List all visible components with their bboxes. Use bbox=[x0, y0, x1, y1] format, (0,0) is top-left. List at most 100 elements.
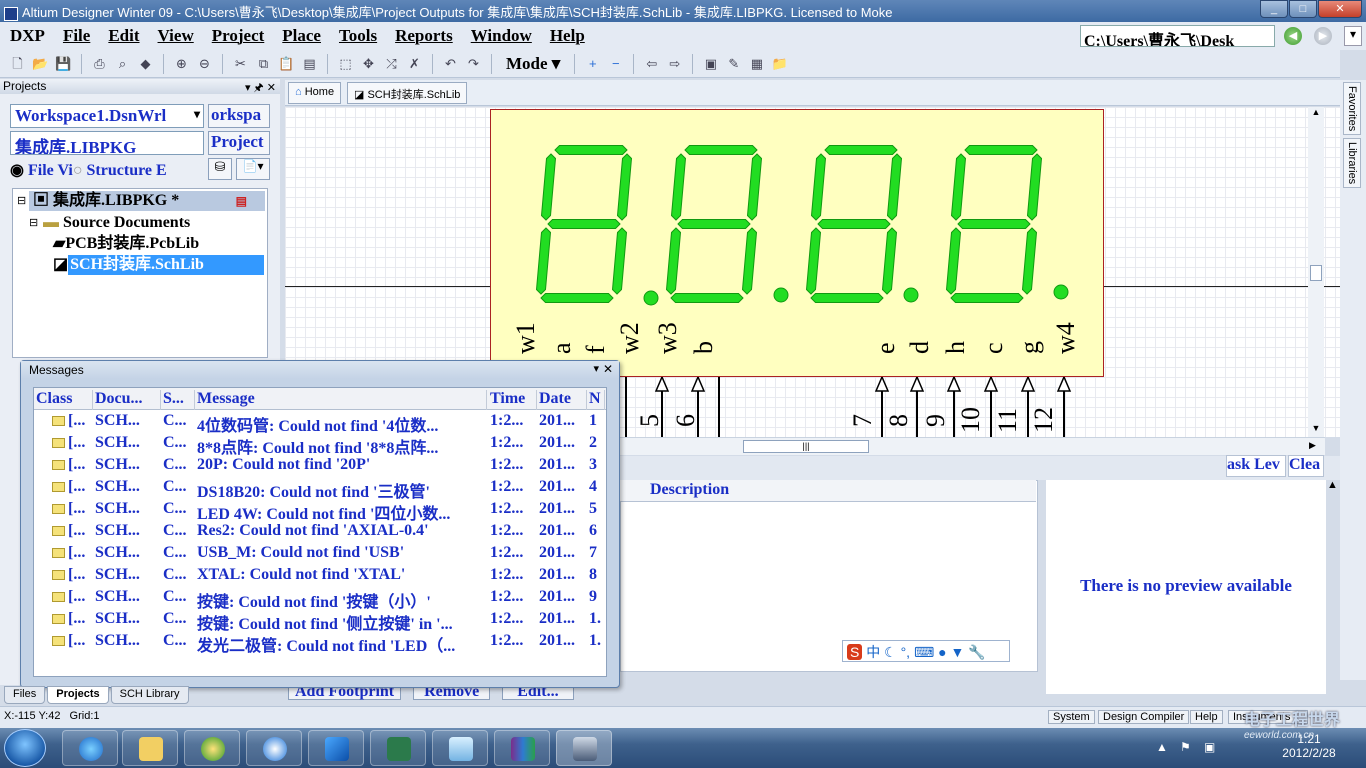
ime-toolbar[interactable]: S 中 ☾ °, ⌨ ● ▼ 🔧 bbox=[842, 640, 1010, 662]
tree-expand-icon[interactable]: ⊟ bbox=[17, 191, 26, 211]
menu-help[interactable]: Help bbox=[550, 26, 585, 50]
message-row[interactable]: [... SCH... C... 发光二极管: Could not find 'LED… bbox=[34, 630, 606, 655]
tab-home[interactable]: ⌂ Home bbox=[288, 82, 342, 104]
col-number[interactable]: N bbox=[589, 390, 605, 410]
instruments-button[interactable]: Instruments bbox=[1228, 710, 1308, 724]
minimize-button[interactable]: _ bbox=[1260, 0, 1288, 18]
taskbar-app5[interactable] bbox=[308, 730, 364, 766]
report-icon[interactable]: ✎ bbox=[724, 54, 743, 73]
col-class[interactable]: Class bbox=[36, 390, 93, 410]
move-icon[interactable]: ✥ bbox=[359, 54, 378, 73]
device-icon[interactable]: ◆ bbox=[136, 54, 155, 73]
menu-tools[interactable]: Tools bbox=[339, 26, 377, 50]
col-document[interactable]: Docu... bbox=[95, 390, 161, 410]
messages-menu-icon[interactable]: ▾ bbox=[593, 362, 599, 375]
clear-filter-icon[interactable]: ✗ bbox=[405, 54, 424, 73]
menu-view[interactable]: View bbox=[158, 26, 194, 50]
taskbar-app6[interactable] bbox=[370, 730, 426, 766]
zoom-in-icon[interactable]: ⊕ bbox=[172, 54, 191, 73]
taskbar-sogou[interactable] bbox=[246, 730, 302, 766]
tab-favorites[interactable]: Favorites bbox=[1343, 82, 1361, 136]
vertical-scroll-thumb[interactable] bbox=[1310, 265, 1322, 281]
message-row[interactable]: [... SCH... C... LED 4W: Could not find '四位… bbox=[34, 498, 606, 523]
message-row[interactable]: [... SCH... C... 20P: Could not find '20P' 1… bbox=[34, 454, 606, 476]
collapse-icon[interactable]: ▲ bbox=[1327, 479, 1338, 491]
menu-project[interactable]: Project bbox=[212, 26, 265, 50]
paste-icon[interactable]: 📋 bbox=[277, 54, 296, 73]
rubber-stamp-icon[interactable]: ▤ bbox=[300, 54, 319, 73]
tray-arrow-icon[interactable]: ▲ bbox=[1156, 740, 1168, 754]
messages-close-icon[interactable]: ✕ bbox=[603, 362, 613, 376]
radio-structure-icon[interactable]: ○ bbox=[73, 162, 83, 179]
system-clock[interactable]: 1:21 2012/2/28 bbox=[1274, 732, 1344, 760]
undo-icon[interactable]: ↶ bbox=[441, 54, 460, 73]
message-row[interactable]: [... SCH... C... 按键: Could not find '按键（小）'… bbox=[34, 586, 606, 611]
compile-icon[interactable]: ⛁ bbox=[208, 158, 232, 180]
horizontal-scroll-thumb[interactable]: ||| bbox=[743, 440, 869, 453]
tab-sch-library[interactable]: SCH Library bbox=[110, 686, 189, 704]
col-time[interactable]: Time bbox=[490, 390, 537, 410]
back-icon[interactable]: ◀ bbox=[1284, 27, 1302, 45]
cut-icon[interactable]: ✂ bbox=[231, 54, 250, 73]
taskbar-explorer[interactable] bbox=[122, 730, 178, 766]
clear-button[interactable]: Clea bbox=[1288, 455, 1324, 477]
message-row[interactable]: [... SCH... C... 4位数码管: Could not find '4位数… bbox=[34, 410, 606, 435]
open-icon[interactable]: 📂 bbox=[31, 54, 50, 73]
zoom-out-icon[interactable]: ⊖ bbox=[195, 54, 214, 73]
led-4w-component[interactable]: w1 a f w2 w3 b e d h c g w4 bbox=[490, 109, 1104, 377]
print-preview-icon[interactable]: ⌕ bbox=[113, 54, 132, 73]
document-options-icon[interactable]: 📄▾ bbox=[236, 158, 270, 180]
message-row[interactable]: [... SCH... C... XTAL: Could not find 'XTAL… bbox=[34, 564, 606, 586]
tab-libraries[interactable]: Libraries bbox=[1343, 138, 1361, 189]
col-date[interactable]: Date bbox=[539, 390, 587, 410]
tab-projects[interactable]: Projects bbox=[47, 686, 109, 704]
add-icon[interactable]: + bbox=[583, 54, 602, 73]
message-row[interactable]: [... SCH... C... DS18B20: Could not find '三… bbox=[34, 476, 606, 501]
scroll-right-icon[interactable]: ▶ bbox=[1309, 440, 1316, 451]
taskbar-app7[interactable] bbox=[432, 730, 488, 766]
radio-file-view-icon[interactable]: ◉ bbox=[10, 162, 24, 179]
path-combo[interactable]: C:\Users\曹永飞\Desk bbox=[1080, 25, 1275, 47]
tab-files[interactable]: Files bbox=[4, 686, 46, 704]
prev-icon[interactable]: ⇦ bbox=[642, 54, 661, 73]
taskbar-winrar[interactable] bbox=[494, 730, 550, 766]
menu-place[interactable]: Place bbox=[282, 26, 321, 50]
design-compiler-button[interactable]: Design Compiler bbox=[1098, 710, 1190, 724]
help-button[interactable]: Help bbox=[1190, 710, 1223, 724]
library-icon[interactable]: 📁 bbox=[770, 54, 789, 73]
taskbar-altium[interactable] bbox=[556, 730, 612, 766]
tree-folder[interactable]: ▬ Source Documents bbox=[43, 213, 190, 233]
deselect-icon[interactable]: ⤮ bbox=[382, 54, 401, 73]
redo-icon[interactable]: ↷ bbox=[464, 54, 483, 73]
messages-window[interactable]: Messages ▾ ✕ Class Docu... S... Message … bbox=[20, 360, 620, 688]
tree-item-schlib[interactable]: ◪ SCH封装库.SchLib bbox=[53, 255, 265, 275]
flag-icon[interactable]: ⚑ bbox=[1180, 740, 1191, 754]
vertical-scrollbar[interactable]: ▲ ▼ bbox=[1308, 107, 1324, 437]
close-button[interactable]: ✕ bbox=[1318, 0, 1362, 18]
workspace-button[interactable]: orkspa bbox=[208, 104, 270, 128]
taskbar-app3[interactable] bbox=[184, 730, 240, 766]
scroll-down-icon[interactable]: ▼ bbox=[1308, 423, 1324, 433]
message-row[interactable]: [... SCH... C... USB_M: Could not find 'USB… bbox=[34, 542, 606, 564]
forward-icon[interactable]: ▶ bbox=[1314, 27, 1332, 45]
grid-icon[interactable]: ▦ bbox=[747, 54, 766, 73]
mode-dropdown[interactable]: Mode ▾ bbox=[500, 54, 566, 74]
select-area-icon[interactable]: ⬚ bbox=[336, 54, 355, 73]
radio-file-view[interactable]: File Vi bbox=[28, 162, 73, 179]
message-row[interactable]: [... SCH... C... 按键: Could not find '侧立按键' … bbox=[34, 608, 606, 633]
message-row[interactable]: [... SCH... C... Res2: Could not find 'AXIA… bbox=[34, 520, 606, 542]
project-field[interactable]: 集成库.LIBPKG bbox=[10, 131, 204, 155]
tree-item-pcblib[interactable]: ▰PCB封装库.PcbLib bbox=[53, 234, 199, 254]
message-row[interactable]: [... SCH... C... 8*8点阵: Could not find '8*8… bbox=[34, 432, 606, 457]
panel-controls-icon[interactable]: ▾ 🖈 ✕ bbox=[245, 79, 276, 98]
folder-expand-icon[interactable]: ⊟ bbox=[29, 213, 38, 233]
menu-dxp[interactable]: DXP bbox=[10, 26, 45, 50]
project-button[interactable]: Project bbox=[208, 131, 270, 155]
menu-edit[interactable]: Edit bbox=[108, 26, 139, 50]
network-icon[interactable]: ▣ bbox=[1204, 740, 1215, 754]
col-source[interactable]: S... bbox=[163, 390, 195, 410]
mask-level-button[interactable]: ask Lev bbox=[1226, 455, 1286, 477]
next-icon[interactable]: ⇨ bbox=[665, 54, 684, 73]
save-icon[interactable]: 💾 bbox=[54, 54, 73, 73]
more-icon[interactable]: ▾ bbox=[1344, 26, 1362, 46]
